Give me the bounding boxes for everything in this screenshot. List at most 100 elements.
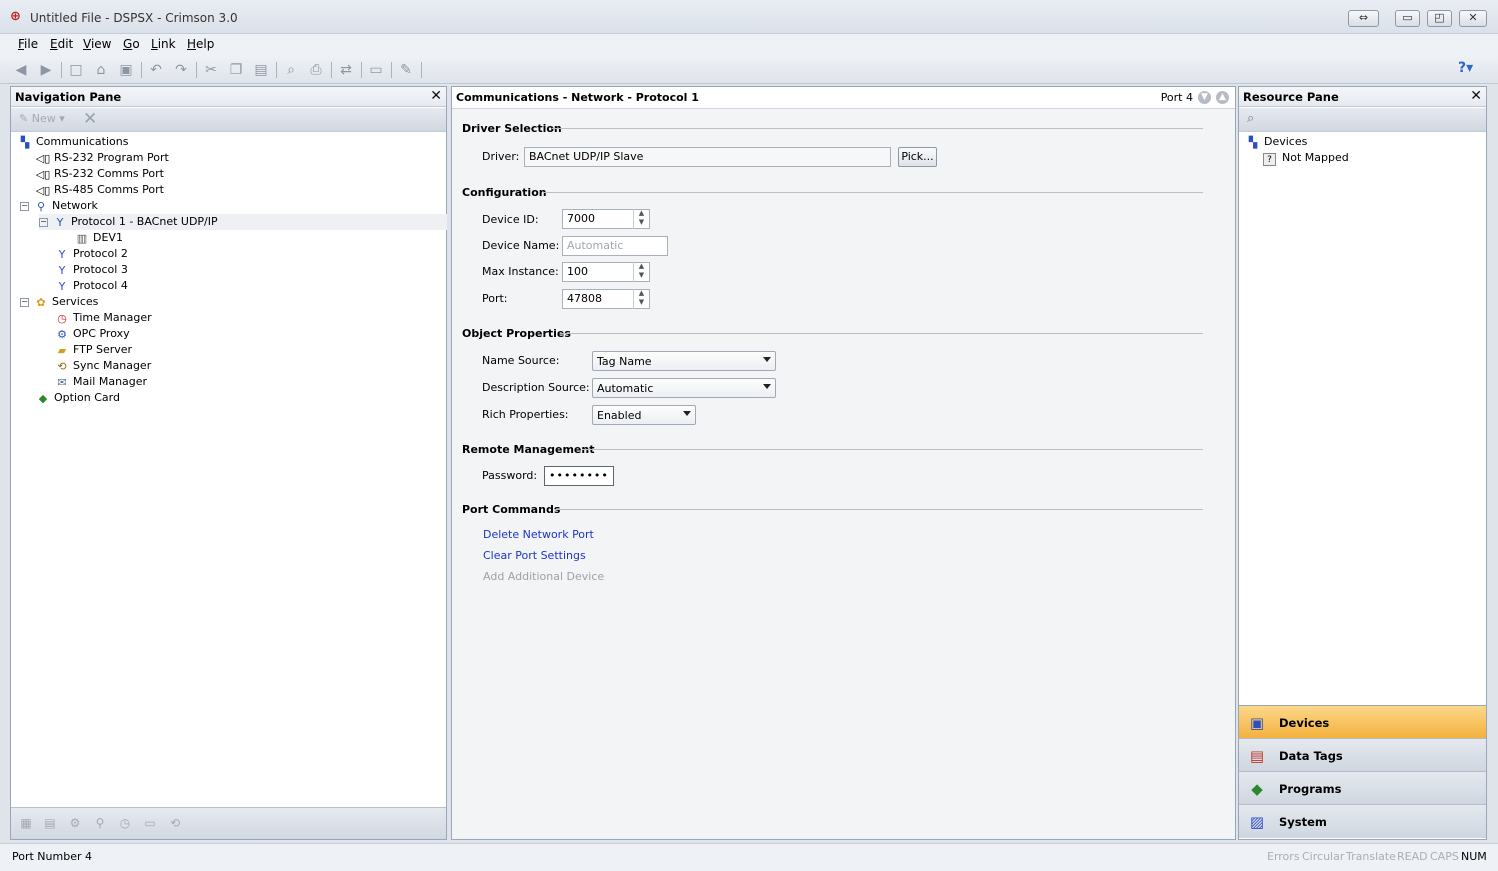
collapse-icon[interactable]: − <box>20 298 29 307</box>
tree-item-time-manager[interactable]: ◷ Time Manager <box>54 310 151 326</box>
menu-link[interactable]: Link <box>151 37 176 51</box>
bottom-tool-2-icon[interactable]: ▤ <box>41 816 59 834</box>
delete-icon[interactable]: ✕ <box>83 109 97 129</box>
tree-item-not-mapped[interactable]: ? Not Mapped <box>1263 150 1349 166</box>
spin-up-icon[interactable]: ▲ <box>634 289 649 298</box>
close-icon[interactable]: ✕ <box>430 88 442 104</box>
max-instance-field[interactable]: 100 ▲ ▼ <box>562 262 650 282</box>
spin-down-icon[interactable]: ▼ <box>634 271 649 280</box>
new-file-icon[interactable]: □ <box>66 60 86 80</box>
tree-item-dev1[interactable]: ▥ DEV1 <box>74 230 123 246</box>
window-icon[interactable]: ▭ <box>366 60 386 80</box>
crimson-app-icon[interactable]: ⊕ <box>10 10 26 24</box>
back-icon[interactable]: ◀ <box>11 60 31 80</box>
port-field[interactable]: 47808 ▲ ▼ <box>562 289 650 309</box>
close-icon[interactable]: ✕ <box>1459 10 1487 27</box>
navigation-toolbar: ✎ New ▾ ✕ <box>11 108 446 132</box>
help-icon[interactable]: ?▾ <box>1458 60 1484 80</box>
next-icon[interactable]: ▲ <box>1216 91 1229 104</box>
option-card-icon: ◆ <box>38 392 48 405</box>
device-id-field[interactable]: 7000 ▲ ▼ <box>562 209 650 229</box>
restore-toggle-icon[interactable]: ⇔ <box>1348 10 1379 27</box>
delete-network-port-link[interactable]: Delete Network Port <box>483 528 594 541</box>
tree-item-communications[interactable]: ▚ Communications <box>17 134 129 150</box>
tree-item-rs232-comms-port[interactable]: ◁▯ RS-232 Comms Port <box>35 166 164 182</box>
tab-data-tags[interactable]: ▤ Data Tags <box>1239 739 1486 772</box>
bottom-tool-5-icon[interactable]: ◷ <box>116 816 134 834</box>
link-icon[interactable]: ⇄ <box>336 60 356 80</box>
maximize-icon[interactable]: ◰ <box>1427 10 1452 27</box>
description-source-label: Description Source: <box>482 381 590 394</box>
mail-icon: ✉ <box>57 376 67 389</box>
menu-view[interactable]: View <box>83 37 111 51</box>
collapse-icon[interactable]: − <box>20 202 29 211</box>
spin-down-icon[interactable]: ▼ <box>634 298 649 307</box>
device-name-field[interactable]: Automatic <box>562 236 668 256</box>
password-field[interactable]: •••••••• <box>544 466 614 486</box>
bottom-tool-3-icon[interactable]: ⚙ <box>66 816 84 834</box>
open-icon[interactable]: ⌂ <box>91 60 111 80</box>
minimize-icon[interactable]: ▭ <box>1395 10 1420 27</box>
tree-item-rs232-program-port[interactable]: ◁▯ RS-232 Program Port <box>35 150 169 166</box>
tool-icon[interactable]: ✎ <box>396 60 416 80</box>
device-id-stepper[interactable]: ▲ ▼ <box>633 209 649 229</box>
tree-item-mail-manager[interactable]: ✉ Mail Manager <box>54 374 147 390</box>
collapse-icon[interactable]: − <box>39 218 48 227</box>
forward-icon[interactable]: ▶ <box>36 60 56 80</box>
undo-icon[interactable]: ↶ <box>146 60 166 80</box>
tab-system[interactable]: ▨ System <box>1239 805 1486 838</box>
tree-item-protocol-3[interactable]: Y Protocol 3 <box>54 262 128 278</box>
port-stepper[interactable]: ▲ ▼ <box>633 289 649 309</box>
print-icon[interactable]: ⎙ <box>306 60 326 80</box>
spin-down-icon[interactable]: ▼ <box>634 218 649 227</box>
status-text: Port Number 4 <box>12 850 92 863</box>
find-icon[interactable]: ⌕ <box>281 60 301 80</box>
max-instance-stepper[interactable]: ▲ ▼ <box>633 262 649 282</box>
tab-devices[interactable]: ▣ Devices <box>1239 706 1486 739</box>
tree-item-opc-proxy[interactable]: ⚙ OPC Proxy <box>54 326 130 342</box>
services-icon: ✿ <box>36 296 46 309</box>
section-object-properties: Object Properties <box>462 327 571 340</box>
editor-title: Communications - Network - Protocol 1 <box>456 91 699 104</box>
spin-up-icon[interactable]: ▲ <box>634 209 649 218</box>
bottom-tool-1-icon[interactable]: ▦ <box>17 816 35 834</box>
name-source-select[interactable]: Tag Name <box>592 351 776 371</box>
menu-edit[interactable]: Edit <box>50 37 73 51</box>
window-title: Untitled File - DSPSX - Crimson 3.0 <box>30 11 238 25</box>
previous-icon[interactable]: ▼ <box>1198 91 1211 104</box>
pick-button[interactable]: Pick... <box>898 147 937 167</box>
bottom-tool-7-icon[interactable]: ⟲ <box>166 816 184 834</box>
menu-help[interactable]: Help <box>187 37 214 51</box>
menu-file[interactable]: File <box>18 37 38 51</box>
bottom-tool-4-icon[interactable]: ⚲ <box>91 816 109 834</box>
tree-item-ftp-server[interactable]: ▰ FTP Server <box>54 342 132 358</box>
rich-properties-select[interactable]: Enabled <box>592 405 696 425</box>
chevron-down-icon <box>763 357 771 362</box>
tree-item-protocol-2[interactable]: Y Protocol 2 <box>54 246 128 262</box>
paste-icon[interactable]: ▤ <box>251 60 271 80</box>
menu-go[interactable]: Go <box>123 37 140 51</box>
tree-item-protocol-1[interactable]: − Y Protocol 1 - BACnet UDP/IP <box>39 214 447 230</box>
tab-programs[interactable]: ◆ Programs <box>1239 772 1486 805</box>
close-icon[interactable]: ✕ <box>1470 88 1482 104</box>
copy-icon[interactable]: ❐ <box>226 60 246 80</box>
protocol-icon: Y <box>56 216 64 229</box>
redo-icon[interactable]: ↷ <box>171 60 191 80</box>
tree-item-option-card[interactable]: ◆ Option Card <box>35 390 120 406</box>
tree-item-rs485-comms-port[interactable]: ◁▯ RS-485 Comms Port <box>35 182 164 198</box>
communications-icon: ▚ <box>20 136 30 149</box>
tree-item-services[interactable]: − ✿ Services <box>20 294 98 310</box>
spin-up-icon[interactable]: ▲ <box>634 262 649 271</box>
clear-port-settings-link[interactable]: Clear Port Settings <box>483 549 586 562</box>
tree-item-devices[interactable]: ▚ Devices <box>1245 134 1308 150</box>
cut-icon[interactable]: ✂ <box>201 60 221 80</box>
description-source-select[interactable]: Automatic <box>592 378 776 398</box>
bottom-tool-6-icon[interactable]: ▭ <box>141 816 159 834</box>
toolbar-separator <box>421 62 422 78</box>
tree-item-protocol-4[interactable]: Y Protocol 4 <box>54 278 128 294</box>
search-icon[interactable]: ⌕ <box>1247 111 1254 126</box>
new-button[interactable]: ✎ New ▾ <box>19 112 65 125</box>
tree-item-sync-manager[interactable]: ⟲ Sync Manager <box>54 358 151 374</box>
save-icon[interactable]: ▣ <box>116 60 136 80</box>
tree-item-network[interactable]: − ⚲ Network <box>20 198 98 214</box>
